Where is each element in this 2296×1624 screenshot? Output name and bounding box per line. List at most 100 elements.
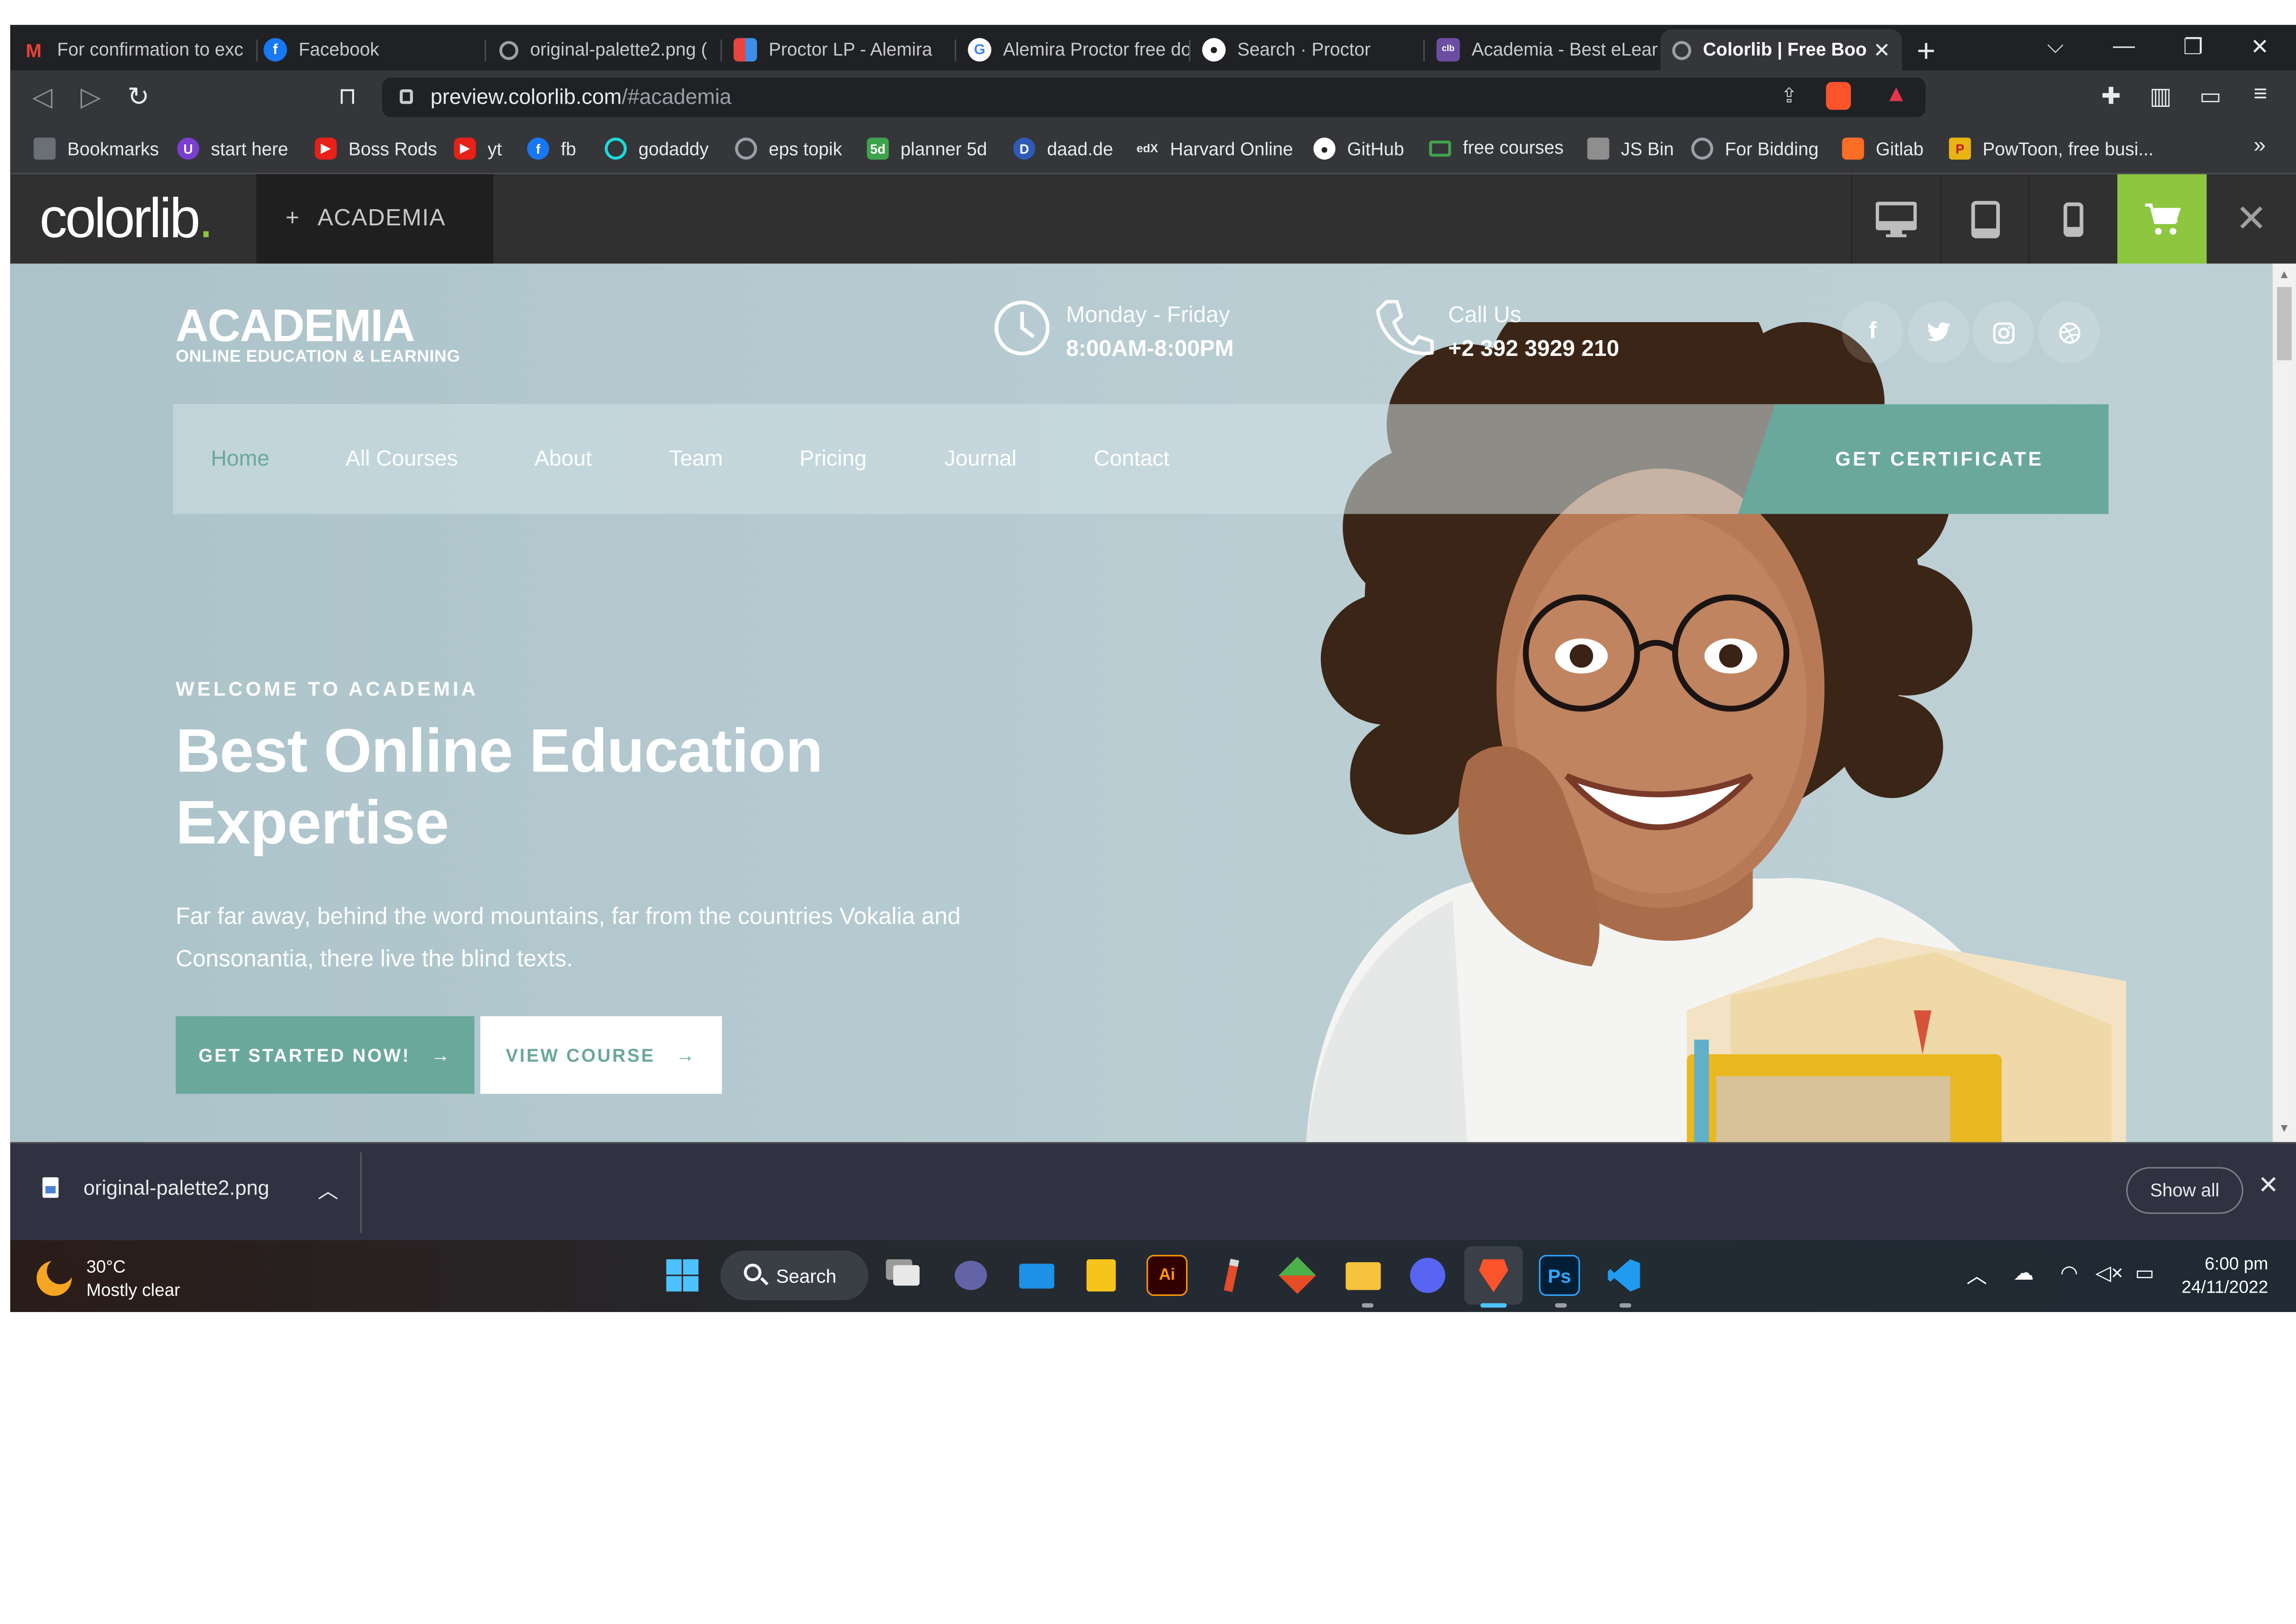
wallet-icon[interactable]: ▭ <box>2199 82 2221 111</box>
back-icon[interactable]: ◁ <box>32 82 53 112</box>
extensions-icon[interactable]: ✚ <box>2101 82 2121 111</box>
bookmark-item[interactable]: ● GitHub <box>1313 137 1404 160</box>
get-started-button[interactable]: GET STARTED NOW! → <box>175 1016 475 1094</box>
facebook-icon: f <box>1869 319 1877 344</box>
bookmark-item[interactable]: ▶ yt <box>454 137 502 160</box>
sticky-notes-icon[interactable] <box>1081 1255 1122 1296</box>
mail-icon[interactable] <box>1016 1255 1058 1296</box>
pencil-icon[interactable] <box>1211 1255 1252 1296</box>
download-item[interactable]: original-palette2.png <box>42 1176 269 1199</box>
facebook-social-button[interactable]: f <box>1842 301 1904 363</box>
tab-github-search[interactable]: ● Search · Proctor <box>1190 29 1425 70</box>
close-shelf-icon[interactable]: ✕ <box>2258 1171 2279 1201</box>
call-value[interactable]: +2 392 3929 210 <box>1448 337 1619 363</box>
photoshop-icon[interactable]: Ps <box>1539 1255 1580 1296</box>
view-course-button[interactable]: VIEW COURSE → <box>480 1016 722 1094</box>
bookmark-item[interactable]: edX Harvard Online <box>1136 137 1293 159</box>
tab-gmail[interactable]: M For confirmation to exc <box>10 29 258 70</box>
tablet-view-button[interactable] <box>1940 174 2028 264</box>
teams-chat-icon[interactable] <box>950 1255 991 1296</box>
nav-journal[interactable]: Journal <box>945 447 1017 472</box>
tab-search-chevron-icon[interactable]: ⌵ <box>2047 34 2064 59</box>
reload-icon[interactable]: ↻ <box>127 82 149 112</box>
nav-home[interactable]: Home <box>211 447 270 472</box>
bookmark-item[interactable]: Bookmarks <box>33 137 159 160</box>
windows-taskbar: 30°C Mostly clear Search Ai Ps ︿ ☁ ◠ ◁× … <box>10 1240 2296 1312</box>
nav-pricing[interactable]: Pricing <box>799 447 866 472</box>
onedrive-cloud-icon[interactable]: ☁ <box>2013 1261 2034 1286</box>
download-options-chevron-icon[interactable]: ︿ <box>318 1176 338 1205</box>
share-icon[interactable]: ⇪ <box>1780 83 1798 108</box>
minimize-icon[interactable]: — <box>2113 34 2135 59</box>
tab-proctor-lp[interactable]: Proctor LP - Alemira <box>722 29 957 70</box>
get-certificate-button[interactable]: GET CERTIFICATE <box>1738 404 2109 514</box>
bookmark-page-icon[interactable]: ⊓ <box>338 82 356 111</box>
windows-start-icon[interactable] <box>662 1255 703 1296</box>
globe-icon <box>499 40 519 60</box>
nav-contact[interactable]: Contact <box>1094 447 1170 472</box>
illustrator-icon[interactable]: Ai <box>1146 1255 1188 1296</box>
bookmark-item[interactable]: JS Bin <box>1587 137 1674 160</box>
bookmark-item[interactable]: For Bidding <box>1691 137 1819 160</box>
vscode-icon[interactable] <box>1603 1255 1644 1296</box>
close-tab-icon[interactable]: ✕ <box>1873 37 1890 62</box>
bookmark-item[interactable]: godaddy <box>604 137 709 160</box>
file-explorer-icon[interactable] <box>1343 1255 1384 1296</box>
forward-icon[interactable]: ▷ <box>81 82 101 112</box>
weather-widget[interactable]: 30°C Mostly clear <box>37 1255 180 1301</box>
menu-icon[interactable]: ≡ <box>2253 82 2267 108</box>
bookmark-item[interactable]: Ustart here <box>177 137 288 160</box>
restore-icon[interactable]: ❐ <box>2183 34 2203 60</box>
page-scrollbar[interactable]: ▲ ▼ <box>2272 263 2296 1142</box>
brave-rewards-icon[interactable]: ▲ <box>1885 82 1908 108</box>
taskbar-search[interactable]: Search <box>720 1250 869 1300</box>
tab-academia[interactable]: clb Academia - Best eLearn <box>1425 29 1659 70</box>
battery-icon[interactable]: ▭ <box>2135 1261 2154 1286</box>
theme-switcher[interactable]: + ACADEMIA <box>256 174 494 264</box>
buy-cart-button[interactable] <box>2117 174 2207 264</box>
bookmark-item[interactable]: ▶ Boss Rods <box>315 137 437 160</box>
colorlib-logo[interactable]: colorlib. <box>39 189 213 252</box>
brave-shields-icon[interactable] <box>1826 82 1851 110</box>
git-icon[interactable] <box>1277 1255 1318 1296</box>
bookmark-item[interactable]: f fb <box>527 137 576 160</box>
volume-muted-icon[interactable]: ◁× <box>2096 1261 2123 1286</box>
brave-icon[interactable] <box>1464 1246 1523 1305</box>
dribbble-social-button[interactable] <box>2038 301 2100 363</box>
show-all-downloads-button[interactable]: Show all <box>2126 1167 2244 1214</box>
close-window-icon[interactable]: ✕ <box>2251 34 2269 60</box>
tray-overflow-chevron-icon[interactable]: ︿ <box>1966 1261 1987 1290</box>
sidebar-icon[interactable]: ▥ <box>2150 82 2172 111</box>
scrollbar-thumb[interactable] <box>2277 287 2292 361</box>
bookmark-label: For Bidding <box>1725 138 1819 159</box>
tab-colorlib-active[interactable]: Colorlib | Free Boo ✕ <box>1660 29 1902 70</box>
tab-original-palette[interactable]: original-palette2.png ( <box>488 29 722 70</box>
bookmarks-overflow-button[interactable]: » <box>2253 133 2265 158</box>
system-clock[interactable]: 6:00 pm 24/11/2022 <box>2178 1252 2268 1299</box>
bookmark-item[interactable]: Ddaad.de <box>1013 137 1113 160</box>
address-bar[interactable]: preview.colorlib.com/#academia ⇪ ▲ <box>382 77 1926 118</box>
tab-facebook[interactable]: f Facebook <box>252 29 486 70</box>
bookmark-item[interactable]: free courses <box>1429 137 1563 158</box>
task-view-icon[interactable] <box>886 1255 927 1296</box>
nav-about[interactable]: About <box>535 447 592 472</box>
close-preview-button[interactable]: ✕ <box>2207 174 2296 264</box>
wifi-icon[interactable]: ◠ <box>2060 1261 2078 1286</box>
site-logo-title[interactable]: ACADEMIA <box>176 300 415 353</box>
bookmark-item[interactable]: 5d planner 5d <box>867 137 987 160</box>
bookmark-item[interactable]: Gitlab <box>1842 137 1923 160</box>
scroll-up-icon[interactable]: ▲ <box>2278 268 2290 281</box>
nav-team[interactable]: Team <box>669 447 723 472</box>
instagram-social-button[interactable] <box>1972 301 2034 363</box>
twitter-social-button[interactable] <box>1908 301 1970 363</box>
nav-all-courses[interactable]: All Courses <box>346 447 458 472</box>
new-tab-button[interactable]: + <box>1917 32 1936 70</box>
discord-icon[interactable] <box>1407 1255 1449 1296</box>
desktop-view-button[interactable] <box>1851 174 1939 264</box>
mobile-view-button[interactable] <box>2028 174 2116 264</box>
bookmark-item[interactable]: eps topik <box>735 137 842 160</box>
bookmark-item[interactable]: P PowToon, free busi... <box>1949 137 2153 160</box>
tab-alemira-google[interactable]: G Alemira Proctor free do <box>956 29 1191 70</box>
image-file-icon <box>42 1177 59 1198</box>
scroll-down-icon[interactable]: ▼ <box>2278 1122 2290 1135</box>
